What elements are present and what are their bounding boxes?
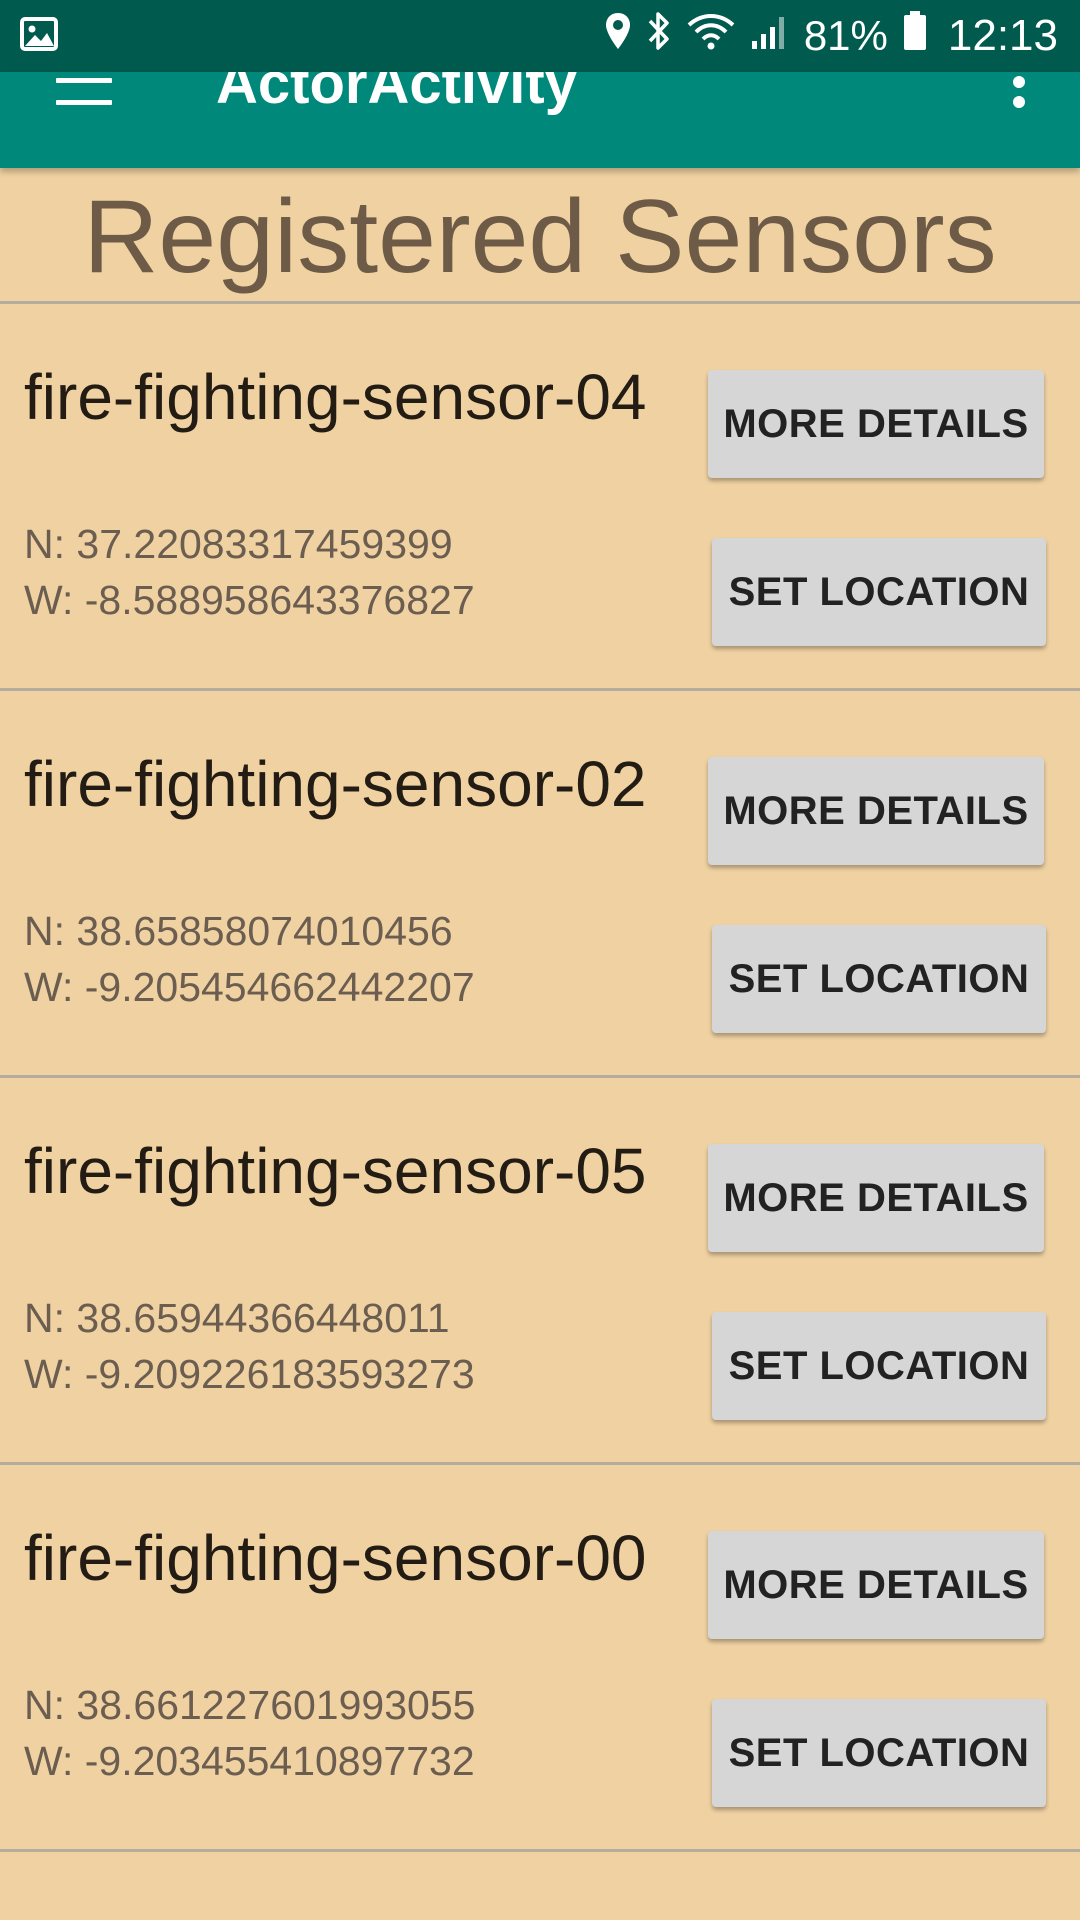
- set-location-button[interactable]: SET LOCATION: [712, 1312, 1046, 1420]
- sensor-list[interactable]: Registered Sensors fire-fighting-sensor-…: [0, 168, 1080, 1920]
- more-details-button[interactable]: MORE DETAILS: [708, 757, 1044, 865]
- overflow-menu-icon[interactable]: [1008, 76, 1028, 116]
- app-bar: ActorActivity: [0, 72, 1080, 168]
- sensor-card: fire-fighting-sensor-00 MORE DETAILS N: …: [0, 1465, 1080, 1852]
- battery-percent: 81%: [803, 12, 888, 59]
- sensor-coordinates: N: 38.65858074010456 W: -9.2054546624422…: [24, 903, 475, 1015]
- latitude-text: N: 37.22083317459399: [24, 521, 453, 567]
- status-left: [20, 16, 58, 56]
- hamburger-menu-icon[interactable]: [56, 72, 116, 112]
- set-location-button[interactable]: SET LOCATION: [712, 925, 1046, 1033]
- sensor-name: fire-fighting-sensor-04: [24, 361, 647, 433]
- image-icon: [20, 16, 58, 56]
- sensor-card: fire-fighting-sensor-05 MORE DETAILS N: …: [0, 1078, 1080, 1465]
- signal-icon: [750, 11, 790, 61]
- longitude-text: W: -9.205454662442207: [24, 964, 475, 1010]
- more-details-button[interactable]: MORE DETAILS: [708, 370, 1044, 478]
- sensor-coordinates: N: 38.65944366448011 W: -9.2092261835932…: [24, 1290, 475, 1402]
- more-details-button[interactable]: MORE DETAILS: [708, 1144, 1044, 1252]
- latitude-text: N: 38.65944366448011: [24, 1295, 450, 1341]
- status-bar: 81% 12:13: [0, 0, 1080, 72]
- status-right: 81% 12:13: [604, 10, 1058, 62]
- sensor-card: fire-fighting-sensor-04 MORE DETAILS N: …: [0, 304, 1080, 691]
- sensor-card: fire-fighting-sensor-02 MORE DETAILS N: …: [0, 691, 1080, 1078]
- more-details-button[interactable]: MORE DETAILS: [708, 1531, 1044, 1639]
- location-icon: [604, 11, 632, 61]
- sensor-name: fire-fighting-sensor-05: [24, 1135, 647, 1207]
- sensor-name: fire-fighting-sensor-02: [24, 748, 647, 820]
- set-location-button[interactable]: SET LOCATION: [712, 1699, 1046, 1807]
- set-location-button[interactable]: SET LOCATION: [712, 538, 1046, 646]
- bluetooth-icon: [646, 10, 672, 62]
- sensor-coordinates: N: 37.22083317459399 W: -8.5889586433768…: [24, 516, 475, 628]
- longitude-text: W: -9.203455410897732: [24, 1738, 475, 1784]
- battery-icon: [902, 10, 928, 62]
- latitude-text: N: 38.661227601993055: [24, 1682, 476, 1728]
- sensor-coordinates: N: 38.661227601993055 W: -9.203455410897…: [24, 1677, 475, 1789]
- longitude-text: W: -9.209226183593273: [24, 1351, 475, 1397]
- section-title: Registered Sensors: [0, 168, 1080, 304]
- latitude-text: N: 38.65858074010456: [24, 908, 453, 954]
- clock: 12:13: [947, 11, 1058, 60]
- wifi-icon: [686, 11, 736, 61]
- longitude-text: W: -8.588958643376827: [24, 577, 475, 623]
- app-title: ActorActivity: [216, 72, 577, 116]
- sensor-name: fire-fighting-sensor-00: [24, 1522, 647, 1594]
